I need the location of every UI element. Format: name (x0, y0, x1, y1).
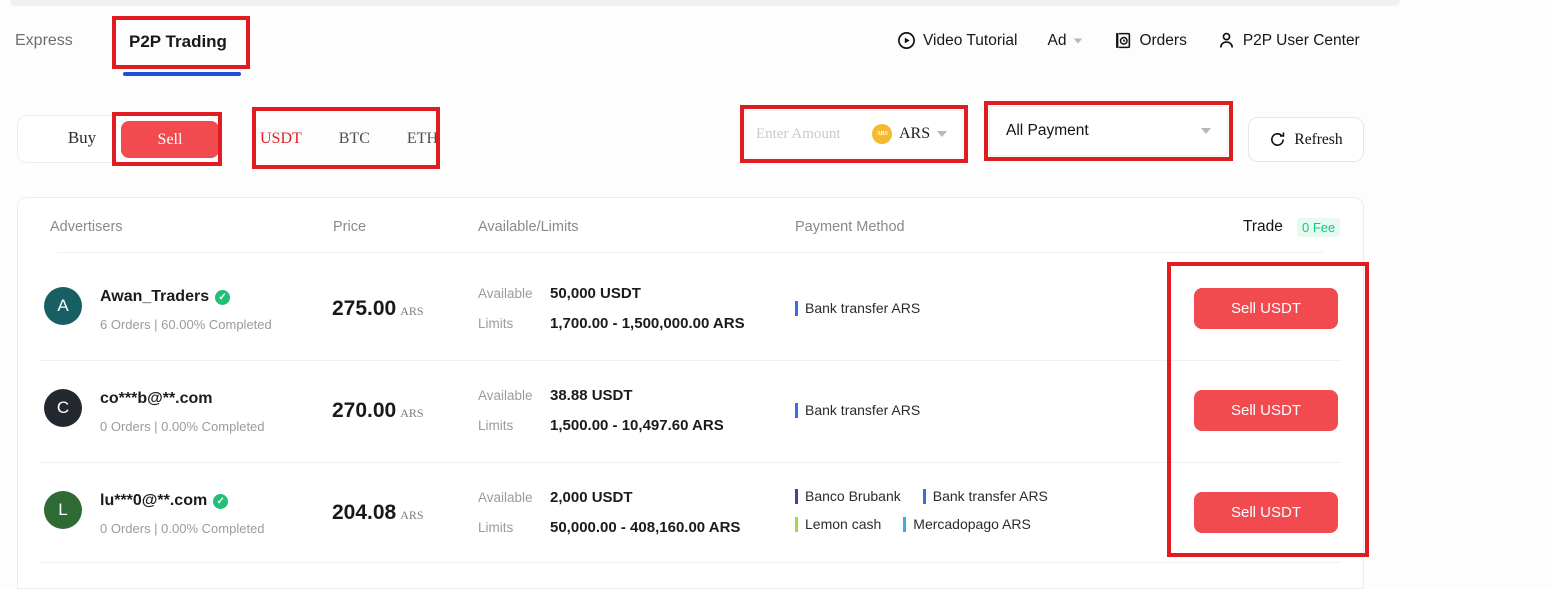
available-label: Available (478, 388, 533, 403)
col-header-trade: Trade (1243, 218, 1283, 236)
row-divider (40, 562, 1341, 563)
price-value: 270.00 (332, 399, 396, 422)
payment-chip: Mercadopago ARS (903, 517, 1031, 532)
p2p-user-center-label: P2P User Center (1243, 32, 1360, 50)
ad-label: Ad (1048, 32, 1067, 50)
payment-chip: Bank transfer ARS (795, 301, 920, 316)
active-tab-underline (123, 72, 241, 76)
asset-tab-btc[interactable]: BTC (339, 130, 370, 148)
price-unit: ARS (400, 406, 423, 420)
advertiser-avatar: L (44, 491, 82, 529)
price-unit: ARS (400, 508, 423, 522)
price-unit: ARS (400, 304, 423, 318)
buy-tab[interactable]: Buy (52, 128, 112, 148)
amount-filter: ARS ARS (745, 110, 963, 158)
available-label: Available (478, 490, 533, 505)
asset-tabs: USDT BTC ETH (260, 115, 438, 163)
ad-dropdown[interactable]: Ad (1048, 32, 1084, 50)
chevron-down-icon (937, 131, 947, 137)
payment-filter-dropdown[interactable]: All Payment (989, 106, 1228, 156)
chevron-down-icon (1074, 38, 1083, 43)
verified-icon: ✓ (213, 494, 228, 509)
header-divider (57, 252, 1324, 253)
limits-label: Limits (478, 418, 513, 433)
col-header-available-limits: Available/Limits (478, 219, 578, 235)
video-tutorial-label: Video Tutorial (923, 32, 1018, 50)
payment-methods: Bank transfer ARS (795, 301, 1125, 316)
row-divider (40, 360, 1341, 361)
advertiser-stats: 0 Orders | 0.00% Completed (100, 419, 265, 434)
advertiser-name-text: Awan_Traders (100, 288, 209, 306)
nav-express[interactable]: Express (15, 32, 73, 50)
sell-usdt-button[interactable]: Sell USDT (1194, 288, 1338, 329)
zero-fee-badge: 0 Fee (1297, 218, 1340, 237)
advertiser-name-text: co***b@**.com (100, 390, 213, 408)
sell-tab[interactable]: Sell (121, 121, 219, 158)
orders-label: Orders (1139, 32, 1186, 50)
refresh-icon (1269, 131, 1286, 148)
p2p-user-center-link[interactable]: P2P User Center (1217, 31, 1360, 50)
advertiser-name[interactable]: Awan_Traders ✓ (100, 288, 230, 306)
orders-link[interactable]: Orders (1113, 31, 1186, 50)
payment-chip: Lemon cash (795, 517, 881, 532)
payment-methods: Banco Brubank Bank transfer ARS Lemon ca… (795, 489, 1125, 532)
available-value: 2,000 USDT (550, 489, 633, 506)
col-header-price: Price (333, 219, 366, 235)
top-edge-strip (10, 0, 1400, 6)
asset-tab-eth[interactable]: ETH (407, 130, 438, 148)
advertiser-avatar: C (44, 389, 82, 427)
limits-value: 1,700.00 - 1,500,000.00 ARS (550, 315, 745, 332)
price-value: 275.00 (332, 297, 396, 320)
topnav-right: Video Tutorial Ad Orders P2P User Center (897, 31, 1360, 50)
advertiser-stats: 0 Orders | 0.00% Completed (100, 521, 265, 536)
sell-usdt-button[interactable]: Sell USDT (1194, 390, 1338, 431)
advertiser-avatar: A (44, 287, 82, 325)
chevron-down-icon (1201, 128, 1211, 134)
payment-chip: Banco Brubank (795, 489, 901, 504)
col-header-advertisers: Advertisers (50, 219, 123, 235)
advertiser-stats: 6 Orders | 60.00% Completed (100, 317, 272, 332)
payment-chip: Bank transfer ARS (795, 403, 920, 418)
payment-filter-label: All Payment (1006, 122, 1089, 140)
refresh-label: Refresh (1294, 131, 1342, 149)
available-label: Available (478, 286, 533, 301)
price-value: 204.08 (332, 501, 396, 524)
price-cell: 204.08 ARS (332, 501, 424, 525)
user-icon (1217, 31, 1236, 50)
p2p-trading-page: Express P2P Trading Video Tutorial Ad Or… (0, 0, 1552, 589)
asset-tab-usdt[interactable]: USDT (260, 130, 302, 148)
price-cell: 275.00 ARS (332, 297, 424, 321)
fiat-label: ARS (899, 125, 930, 143)
advertiser-name[interactable]: lu***0@**.com ✓ (100, 492, 228, 510)
verified-icon: ✓ (215, 290, 230, 305)
row-divider (40, 462, 1341, 463)
limits-label: Limits (478, 520, 513, 535)
limits-value: 50,000.00 - 408,160.00 ARS (550, 519, 740, 536)
video-tutorial-link[interactable]: Video Tutorial (897, 31, 1018, 50)
advertiser-name-text: lu***0@**.com (100, 492, 207, 510)
col-header-payment-method: Payment Method (795, 219, 905, 235)
fiat-coin-icon: ARS (872, 124, 892, 144)
sell-usdt-button[interactable]: Sell USDT (1194, 492, 1338, 533)
payment-chip: Bank transfer ARS (923, 489, 1048, 504)
orders-icon (1113, 31, 1132, 50)
price-cell: 270.00 ARS (332, 399, 424, 423)
nav-p2p-trading-tab[interactable]: P2P Trading (129, 32, 227, 52)
fiat-selector[interactable]: ARS ARS (872, 124, 947, 144)
limits-label: Limits (478, 316, 513, 331)
limits-value: 1,500.00 - 10,497.60 ARS (550, 417, 724, 434)
amount-input[interactable] (756, 126, 864, 143)
advertiser-name[interactable]: co***b@**.com (100, 390, 213, 408)
play-circle-icon (897, 31, 916, 50)
available-value: 50,000 USDT (550, 285, 641, 302)
refresh-button[interactable]: Refresh (1248, 117, 1364, 162)
payment-methods: Bank transfer ARS (795, 403, 1125, 418)
available-value: 38.88 USDT (550, 387, 633, 404)
